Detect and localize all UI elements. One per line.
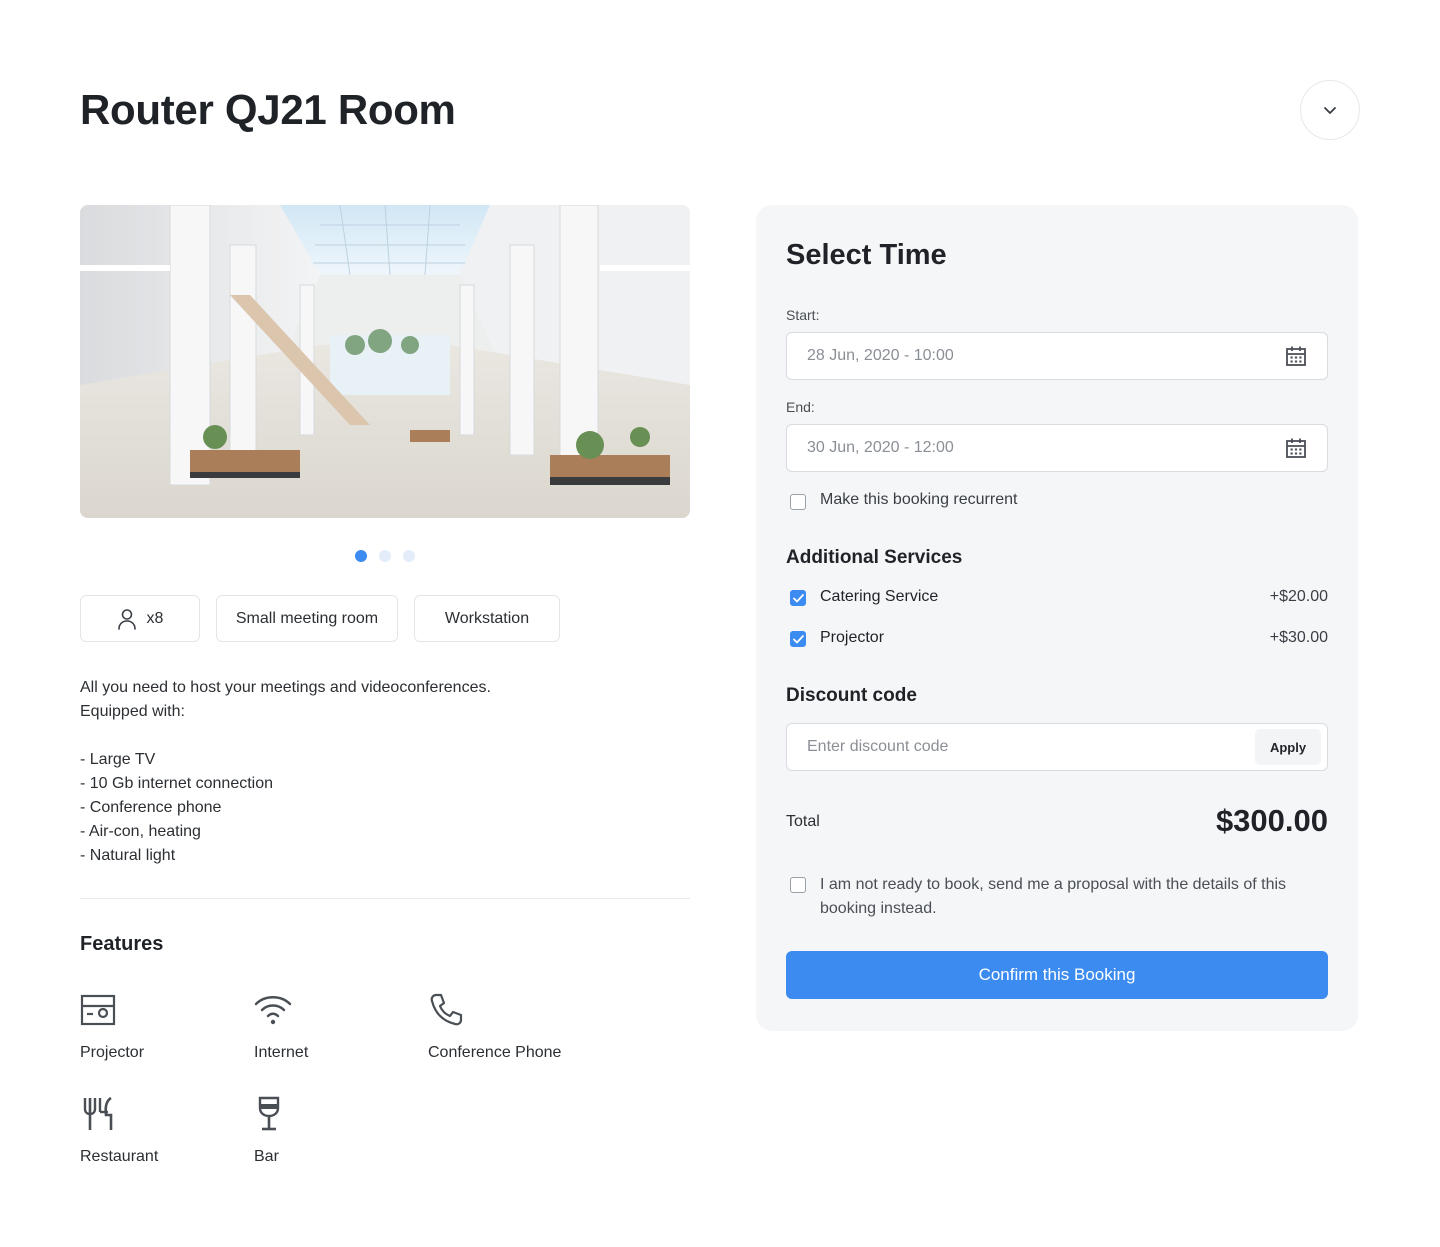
description-line: - Conference phone [80,799,222,816]
carousel-dot[interactable] [379,550,391,562]
description-line: - Natural light [80,847,176,864]
utensils-icon [83,1096,113,1130]
divider [80,898,690,899]
feature-label: Internet [254,1044,309,1061]
description-line: Equipped with: [80,703,185,720]
recurrent-checkbox[interactable] [790,494,806,510]
projector-checkbox[interactable] [790,631,806,647]
room-photo[interactable] [80,205,690,518]
booking-card: Select Time Start: 28 Jun, 2020 - 10:00 … [756,205,1358,1031]
catering-checkbox[interactable] [790,590,806,606]
wine-glass-icon [258,1096,280,1131]
feature-conference-phone: Conference Phone [428,990,561,1062]
feature-label: Conference Phone [428,1044,562,1061]
description-line: All you need to host your meetings and v… [80,679,491,696]
room-type-chip: Small meeting room [216,595,398,642]
feature-restaurant: Restaurant [80,1094,158,1166]
recurrent-row[interactable]: Make this booking recurrent [790,491,1017,510]
check-icon [792,593,804,602]
collapse-button[interactable] [1300,80,1360,140]
proposal-row[interactable]: I am not ready to book, send me a propos… [790,873,1330,921]
services-title: Additional Services [786,547,963,568]
carousel-dot[interactable] [355,550,367,562]
service-name: Projector [820,628,885,646]
discount-field: Apply [786,723,1328,771]
description-line: - Large TV [80,751,156,768]
end-date-input[interactable]: 30 Jun, 2020 - 12:00 [786,424,1328,472]
start-label: Start: [786,307,820,323]
feature-internet: Internet [254,990,308,1062]
wifi-icon [254,996,292,1025]
end-date-value: 30 Jun, 2020 - 12:00 [807,439,954,456]
service-price: +$30.00 [1269,628,1328,646]
carousel-dots [355,550,415,562]
confirm-booking-button[interactable]: Confirm this Booking [786,951,1328,999]
proposal-label: I am not ready to book, send me a propos… [820,876,1287,917]
check-icon [792,634,804,643]
capacity-label: x8 [146,609,164,627]
proposal-checkbox[interactable] [790,877,806,893]
start-date-value: 28 Jun, 2020 - 10:00 [807,347,954,364]
end-label: End: [786,399,815,415]
room-tags: x8 Small meeting room Workstation [80,595,560,642]
projector-icon [80,994,116,1026]
calendar-icon[interactable] [1285,345,1307,367]
features-title: Features [80,933,164,955]
discount-input[interactable] [787,724,1255,770]
chevron-down-icon [1324,107,1336,114]
description-line: - 10 Gb internet connection [80,775,274,792]
feature-label: Projector [80,1044,145,1061]
workstation-chip: Workstation [414,595,560,642]
feature-bar: Bar [254,1094,294,1166]
phone-icon [430,993,463,1026]
discount-title: Discount code [786,685,917,706]
description-line [80,724,690,748]
description-line: - Air-con, heating [80,823,201,840]
calendar-icon[interactable] [1285,437,1307,459]
start-date-input[interactable]: 28 Jun, 2020 - 10:00 [786,332,1328,380]
recurrent-label: Make this booking recurrent [820,491,1018,508]
carousel-dot[interactable] [403,550,415,562]
person-icon [117,608,136,630]
total-label: Total [786,813,820,830]
service-price: +$20.00 [1269,587,1328,605]
service-row-catering[interactable]: Catering Service +$20.00 [790,587,1328,606]
service-name: Catering Service [820,587,939,605]
feature-label: Bar [254,1148,279,1165]
apply-button[interactable]: Apply [1255,729,1321,765]
feature-projector: Projector [80,990,144,1062]
service-row-projector[interactable]: Projector +$30.00 [790,628,1328,647]
room-description: All you need to host your meetings and v… [80,676,690,868]
total-value: $300.00 [1215,803,1328,838]
page-title: Router QJ21 Room [80,86,456,133]
card-title: Select Time [786,239,947,271]
capacity-chip: x8 [80,595,200,642]
feature-label: Restaurant [80,1148,159,1165]
